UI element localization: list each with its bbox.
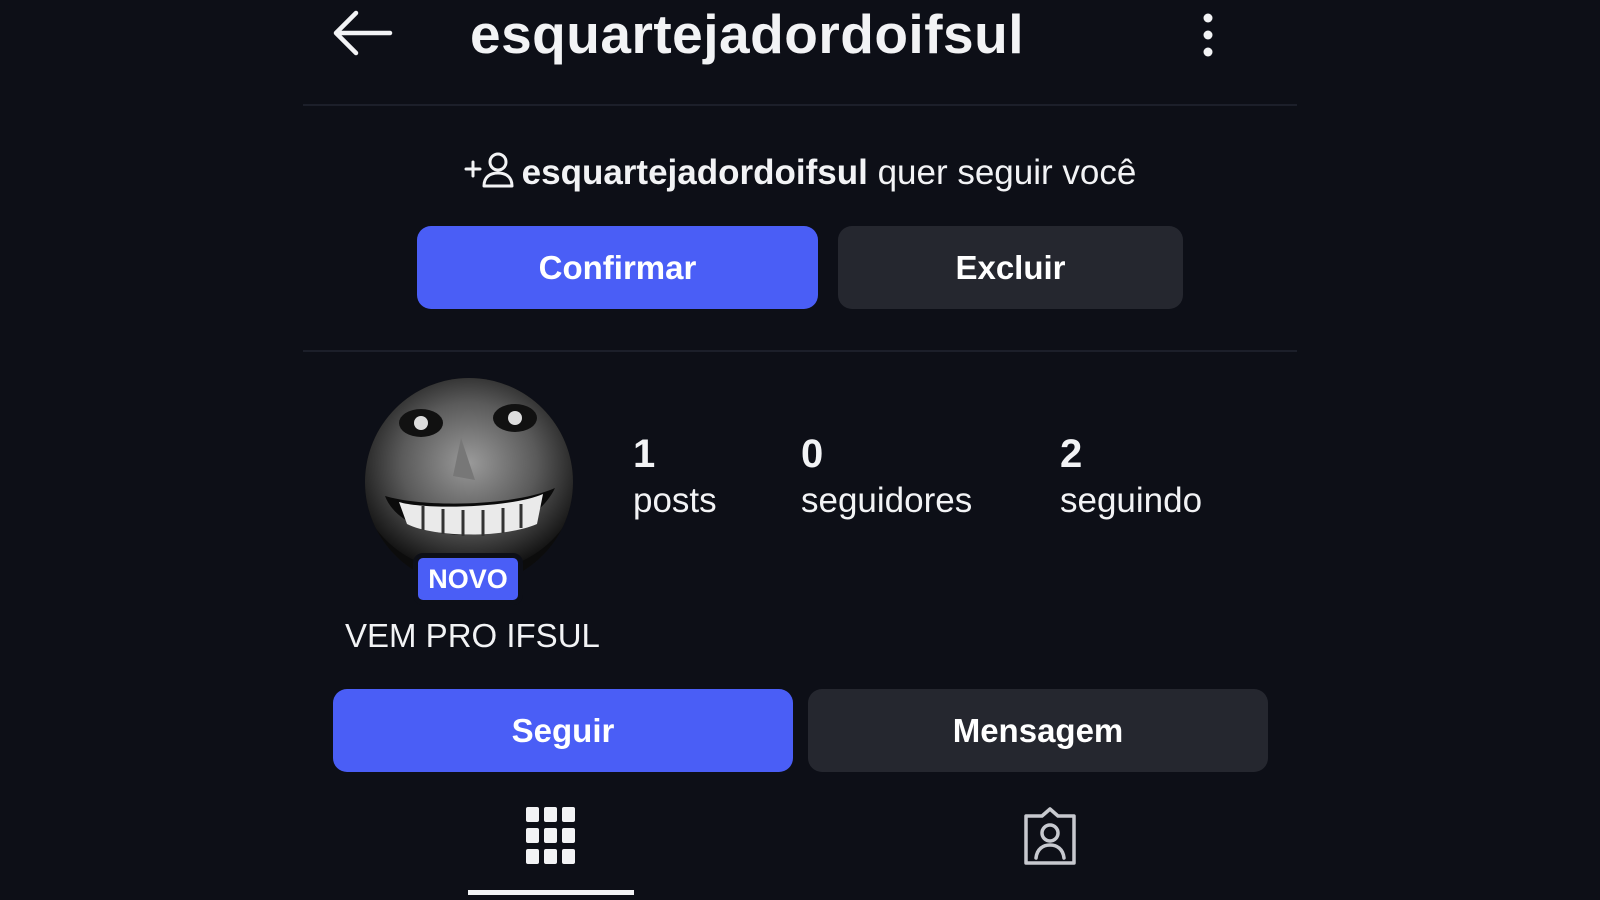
bio-text: VEM PRO IFSUL	[345, 617, 600, 654]
more-options-button[interactable]	[1196, 10, 1220, 60]
header-divider	[303, 104, 1297, 106]
stat-following[interactable]: 2 seguindo	[1060, 432, 1202, 521]
more-vertical-icon	[1203, 13, 1213, 57]
page-title: esquartejadordoifsul	[470, 3, 1024, 65]
stat-label: seguindo	[1060, 481, 1203, 520]
stat-label: seguidores	[801, 481, 973, 520]
add-person-icon	[464, 150, 514, 188]
tagged-person-icon	[1024, 807, 1076, 865]
tab-posts-grid[interactable]	[468, 800, 634, 872]
follow-button[interactable]: Seguir	[333, 689, 793, 772]
request-message: quer seguir você	[877, 153, 1137, 192]
arrow-left-icon	[333, 10, 393, 56]
stat-label: posts	[633, 481, 717, 520]
message-button[interactable]: Mensagem	[808, 689, 1268, 772]
request-username[interactable]: esquartejadordoifsul	[522, 153, 868, 192]
delete-button[interactable]: Excluir	[838, 226, 1183, 309]
grid-icon	[526, 807, 575, 864]
stat-posts[interactable]: 1 posts	[633, 432, 717, 521]
tab-tagged[interactable]	[1008, 800, 1092, 872]
stat-value: 2	[1060, 432, 1083, 476]
follow-request-text: esquartejadordoifsul quer seguir você	[0, 150, 1600, 193]
section-divider	[303, 350, 1297, 352]
back-button[interactable]	[330, 8, 394, 58]
stat-followers[interactable]: 0 seguidores	[801, 432, 972, 521]
confirm-button[interactable]: Confirmar	[417, 226, 818, 309]
stat-value: 1	[633, 432, 656, 476]
active-tab-indicator	[468, 890, 634, 895]
stat-value: 0	[801, 432, 824, 476]
new-badge: NOVO	[413, 553, 523, 605]
